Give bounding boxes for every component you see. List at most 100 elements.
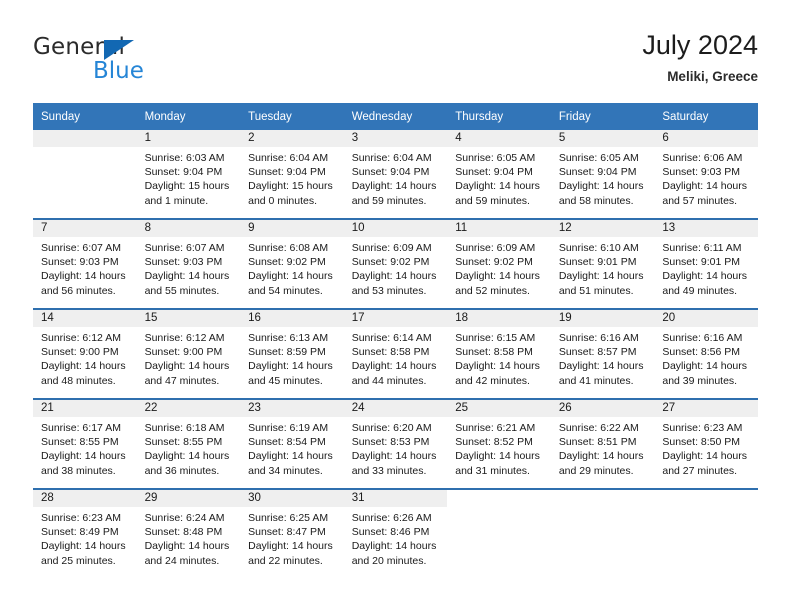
calendar-week-row: 21 Sunrise: 6:17 AM Sunset: 8:55 PM Dayligh… [33,398,758,489]
calendar-day-cell[interactable]: 21 Sunrise: 6:17 AM Sunset: 8:55 PM Dayligh… [33,398,137,489]
day-number: 29 [136,490,241,507]
calendar-day-cell[interactable]: 25 Sunrise: 6:21 AM Sunset: 8:52 PM Dayligh… [447,398,551,489]
daylight-duration: Daylight: 14 hours and 55 minutes. [144,270,230,297]
calendar-day-cell[interactable]: 1 Sunrise: 6:03 AM Sunset: 9:04 PM Daylight… [136,130,241,219]
logo-triangle-icon [104,40,134,60]
day-details: Sunrise: 6:04 AM Sunset: 9:04 PM Daylight:… [344,147,448,208]
calendar-day-cell[interactable]: 8 Sunrise: 6:07 AM Sunset: 9:03 PM Daylight… [136,218,241,309]
sunrise-time: Sunrise: 6:04 AM [248,152,329,164]
calendar-day-cell[interactable]: 10 Sunrise: 6:09 AM Sunset: 9:02 PM Dayligh… [343,218,448,309]
sunset-time: Sunset: 8:52 PM [455,436,533,449]
day-details: Sunrise: 6:25 AM Sunset: 8:47 PM Daylight:… [240,507,344,568]
weekday-header-sunday: Sunday [33,103,137,130]
day-cell-inner: 12 Sunrise: 6:10 AM Sunset: 9:01 PM Dayligh… [550,220,655,308]
calendar-day-cell[interactable]: 5 Sunrise: 6:05 AM Sunset: 9:04 PM Daylight… [550,130,655,219]
sunrise-time: Sunrise: 6:12 AM [41,332,121,344]
calendar-day-cell[interactable]: 17 Sunrise: 6:14 AM Sunset: 8:58 PM Dayligh… [343,308,448,399]
calendar-week-row: 1 Sunrise: 6:03 AM Sunset: 9:04 PM Daylight… [33,130,758,219]
daylight-duration: Daylight: 14 hours and 22 minutes. [248,540,333,567]
calendar-day-cell[interactable]: 18 Sunrise: 6:15 AM Sunset: 8:58 PM Dayligh… [447,308,551,399]
sunrise-time: Sunrise: 6:26 AM [351,512,432,524]
calendar-day-cell[interactable]: 19 Sunrise: 6:16 AM Sunset: 8:57 PM Dayligh… [550,308,655,399]
daylight-duration: Daylight: 14 hours and 57 minutes. [662,180,748,207]
calendar-day-cell[interactable]: 15 Sunrise: 6:12 AM Sunset: 9:00 PM Dayligh… [136,308,241,399]
sunset-time: Sunset: 9:04 PM [455,166,533,179]
day-number: 16 [240,310,344,327]
day-cell-inner [654,490,758,578]
day-details: Sunrise: 6:10 AM Sunset: 9:01 PM Daylight:… [551,237,655,298]
daylight-duration: Daylight: 14 hours and 49 minutes. [662,270,748,297]
logo-text-blue: Blue [93,58,144,84]
daylight-duration: Daylight: 14 hours and 20 minutes. [351,540,437,567]
day-details: Sunrise: 6:09 AM Sunset: 9:02 PM Daylight:… [344,237,448,298]
calendar-day-cell[interactable]: 26 Sunrise: 6:22 AM Sunset: 8:51 PM Dayligh… [550,398,655,489]
day-number: 2 [240,130,344,147]
day-cell-inner: 16 Sunrise: 6:13 AM Sunset: 8:59 PM Dayligh… [240,310,344,398]
day-cell-inner: 24 Sunrise: 6:20 AM Sunset: 8:53 PM Dayligh… [343,400,448,488]
calendar-day-cell[interactable]: 3 Sunrise: 6:04 AM Sunset: 9:04 PM Daylight… [343,130,448,219]
calendar-day-cell[interactable]: 12 Sunrise: 6:10 AM Sunset: 9:01 PM Dayligh… [550,218,655,309]
weekday-header-friday: Friday [550,103,655,130]
sunrise-sunset-calendar: Sunday Monday Tuesday Wednesday Thursday Frid… [33,103,758,578]
day-cell-inner: 17 Sunrise: 6:14 AM Sunset: 8:58 PM Dayligh… [343,310,448,398]
day-details: Sunrise: 6:09 AM Sunset: 9:02 PM Daylight:… [447,237,551,298]
calendar-day-cell[interactable]: 11 Sunrise: 6:09 AM Sunset: 9:02 PM Dayligh… [447,218,551,309]
day-cell-inner: 5 Sunrise: 6:05 AM Sunset: 9:04 PM Daylight… [550,130,655,218]
day-cell-inner: 22 Sunrise: 6:18 AM Sunset: 8:55 PM Dayligh… [136,400,241,488]
calendar-day-cell[interactable]: 7 Sunrise: 6:07 AM Sunset: 9:03 PM Daylight… [33,218,137,309]
calendar-day-cell[interactable]: 27 Sunrise: 6:23 AM Sunset: 8:50 PM Dayligh… [654,398,758,489]
calendar-day-cell[interactable]: 13 Sunrise: 6:11 AM Sunset: 9:01 PM Dayligh… [654,218,758,309]
sunset-time: Sunset: 9:00 PM [144,346,223,359]
calendar-day-cell[interactable]: 22 Sunrise: 6:18 AM Sunset: 8:55 PM Dayligh… [136,398,241,489]
calendar-day-cell[interactable]: 16 Sunrise: 6:13 AM Sunset: 8:59 PM Dayligh… [240,308,344,399]
sunrise-time: Sunrise: 6:13 AM [248,332,329,344]
daylight-duration: Daylight: 15 hours and 1 minute. [144,180,230,207]
sunset-time: Sunset: 8:53 PM [351,436,430,449]
day-number: 9 [240,220,344,237]
calendar-day-cell[interactable]: 30 Sunrise: 6:25 AM Sunset: 8:47 PM Dayligh… [240,488,344,578]
day-cell-inner: 27 Sunrise: 6:23 AM Sunset: 8:50 PM Dayligh… [654,400,758,488]
calendar-week-row: 7 Sunrise: 6:07 AM Sunset: 9:03 PM Daylight… [33,218,758,309]
weekday-header-wednesday: Wednesday [343,103,448,130]
daylight-duration: Daylight: 14 hours and 52 minutes. [455,270,540,297]
day-number: 24 [343,400,448,417]
calendar-day-cell[interactable]: 31 Sunrise: 6:26 AM Sunset: 8:46 PM Dayligh… [343,488,448,578]
day-number: 10 [343,220,448,237]
calendar-day-cell[interactable]: 4 Sunrise: 6:05 AM Sunset: 9:04 PM Daylight… [447,130,551,219]
sunset-time: Sunset: 9:04 PM [558,166,637,179]
sunset-time: Sunset: 8:54 PM [248,436,326,449]
page-title: July 2024 [642,30,758,60]
daylight-duration: Daylight: 14 hours and 48 minutes. [41,360,126,387]
calendar-day-cell[interactable]: 14 Sunrise: 6:12 AM Sunset: 9:00 PM Dayligh… [33,308,137,399]
weekday-header-label: Tuesday [248,110,292,123]
sunset-time: Sunset: 8:55 PM [144,436,223,449]
calendar-day-cell[interactable]: 28 Sunrise: 6:23 AM Sunset: 8:49 PM Dayligh… [33,488,137,578]
calendar-week-row: 28 Sunrise: 6:23 AM Sunset: 8:49 PM Dayligh… [33,488,758,578]
day-details: Sunrise: 6:16 AM Sunset: 8:56 PM Daylight:… [654,327,758,388]
calendar-day-cell[interactable]: 6 Sunrise: 6:06 AM Sunset: 9:03 PM Daylight… [654,130,758,219]
sunrise-time: Sunrise: 6:10 AM [558,242,639,254]
sunrise-time: Sunrise: 6:11 AM [662,242,742,254]
weekday-header-label: Saturday [662,110,709,123]
calendar-day-cell[interactable]: 29 Sunrise: 6:24 AM Sunset: 8:48 PM Dayligh… [136,488,241,578]
sunrise-time: Sunrise: 6:23 AM [41,512,121,524]
calendar-day-cell[interactable]: 9 Sunrise: 6:08 AM Sunset: 9:02 PM Daylight… [240,218,344,309]
day-number: 4 [447,130,551,147]
day-details: Sunrise: 6:14 AM Sunset: 8:58 PM Daylight:… [344,327,448,388]
sunrise-time: Sunrise: 6:21 AM [455,422,536,434]
calendar-day-cell[interactable]: 2 Sunrise: 6:04 AM Sunset: 9:04 PM Daylight… [240,130,344,219]
general-blue-logo[interactable]: General Blue [33,34,243,90]
daylight-duration: Daylight: 14 hours and 36 minutes. [144,450,230,477]
sunset-time: Sunset: 8:48 PM [144,526,223,539]
calendar-day-cell[interactable]: 24 Sunrise: 6:20 AM Sunset: 8:53 PM Dayligh… [343,398,448,489]
weekday-header-monday: Monday [136,103,241,130]
calendar-day-cell[interactable]: 23 Sunrise: 6:19 AM Sunset: 8:54 PM Dayligh… [240,398,344,489]
day-cell-inner: 31 Sunrise: 6:26 AM Sunset: 8:46 PM Dayligh… [343,490,448,578]
weekday-header-label: Wednesday [351,110,413,123]
sunset-time: Sunset: 9:04 PM [351,166,430,179]
sunset-time: Sunset: 8:51 PM [558,436,637,449]
day-details: Sunrise: 6:07 AM Sunset: 9:03 PM Daylight:… [33,237,137,298]
daylight-duration: Daylight: 14 hours and 38 minutes. [41,450,126,477]
calendar-day-cell[interactable]: 20 Sunrise: 6:16 AM Sunset: 8:56 PM Dayligh… [654,308,758,399]
day-cell-inner: 23 Sunrise: 6:19 AM Sunset: 8:54 PM Dayligh… [240,400,344,488]
